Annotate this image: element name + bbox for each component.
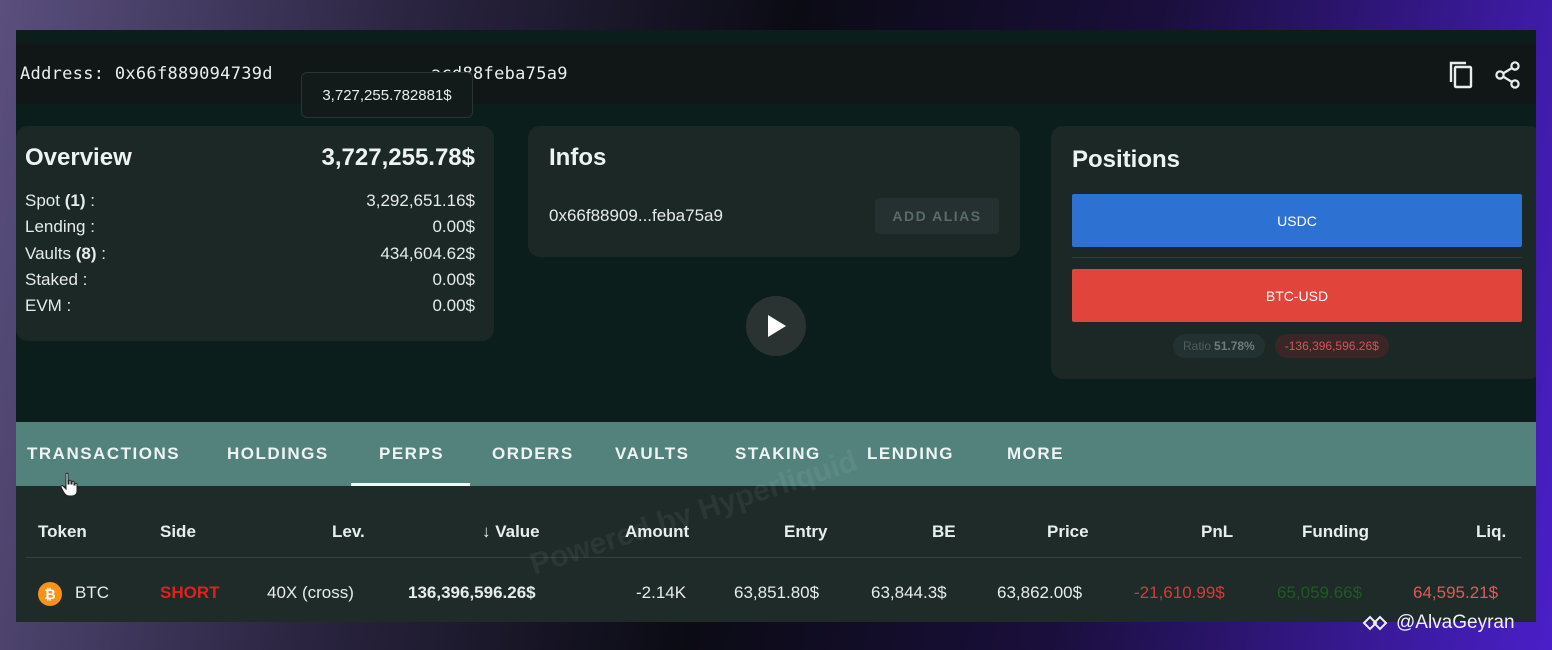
tab-vaults[interactable]: VAULTS [615,444,689,464]
address-bar: Address: 0x66f889094739d acd88feba75a9 [16,44,1536,104]
cell-entry: 63,851.80$ [734,583,820,602]
cell-token: BTC [75,583,109,602]
infos-title: Infos [549,144,607,171]
col-liq[interactable]: Liq. [1476,522,1506,542]
infos-card: Infos 0x66f88909...feba75a9 ADD ALIAS [528,126,1020,257]
col-token[interactable]: Token [38,522,87,542]
tab-orders[interactable]: ORDERS [492,444,574,464]
tab-perps[interactable]: PERPS [379,444,444,464]
app-frame: Address: 0x66f889094739d acd88feba75a9 O… [16,30,1536,622]
overview-title: Overview [25,144,132,171]
ratio-badge: Ratio 51.78% [1173,334,1265,358]
total-tooltip: 3,727,255.782881$ [301,72,473,118]
cell-price: 63,862.00$ [997,583,1083,602]
credit-watermark: @AlvaGeyran [1362,612,1515,634]
cell-be: 63,844.3$ [871,583,947,602]
copy-icon[interactable] [1448,60,1476,90]
play-button[interactable] [746,296,806,356]
bitcoin-icon: ₿ [38,582,62,606]
cell-pnl: -21,610.99$ [1134,583,1225,602]
divider [1072,257,1522,258]
overview-row-vaults: Vaults (8) : 434,604.62$ [25,243,475,263]
col-side[interactable]: Side [160,522,196,542]
col-lev[interactable]: Lev. [332,522,365,542]
tab-lending[interactable]: LENDING [867,444,954,464]
address-text: Address: 0x66f889094739d acd88feba75a9 [20,64,568,84]
col-be[interactable]: BE [932,522,956,542]
cell-funding: 65,059.66$ [1277,583,1363,602]
col-price[interactable]: Price [1047,522,1089,542]
infos-address: 0x66f88909...feba75a9 [549,206,723,225]
negative-value-badge: -136,396,596.26$ [1274,334,1389,358]
positions-title: Positions [1072,146,1181,173]
cell-lev: 40X (cross) [267,583,354,602]
play-icon [768,315,786,337]
overview-rows: Spot (1) : 3,292,651.16$ Lending : 0.00$… [25,188,475,319]
col-value[interactable]: ↓ Value [482,522,540,542]
position-bar-usdc[interactable]: USDC [1072,194,1522,247]
cell-value: 136,396,596.26$ [408,583,536,602]
overview-row-evm: EVM : 0.00$ [25,296,475,316]
position-bar-btc-usd[interactable]: BTC-USD [1072,269,1522,322]
share-icon[interactable] [1494,60,1522,90]
overview-row-spot: Spot (1) : 3,292,651.16$ [25,191,475,211]
cell-liq: 64,595.21$ [1413,583,1499,602]
overview-row-lending: Lending : 0.00$ [25,217,475,237]
cell-amount: -2.14K [636,583,687,602]
overview-card: Overview 3,727,255.78$ Spot (1) : 3,292,… [16,126,494,341]
col-entry[interactable]: Entry [784,522,827,542]
col-funding[interactable]: Funding [1302,522,1369,542]
overview-row-staked: Staked : 0.00$ [25,270,475,290]
col-pnl[interactable]: PnL [1201,522,1233,542]
logo-icon [1362,615,1388,631]
add-alias-button[interactable]: ADD ALIAS [875,198,999,234]
hand-cursor-icon [60,472,78,497]
cell-side: SHORT [160,583,220,602]
tab-holdings[interactable]: HOLDINGS [227,444,329,464]
tab-more[interactable]: MORE [1007,444,1064,464]
overview-total: 3,727,255.78$ [321,144,475,171]
perps-table: Token Side Lev. ↓ Value Amount Entry BE … [16,486,1536,622]
positions-card: Positions USDC BTC-USD Ratio 51.78% -136,… [1051,126,1536,379]
tab-transactions[interactable]: TRANSACTIONS [27,444,180,464]
